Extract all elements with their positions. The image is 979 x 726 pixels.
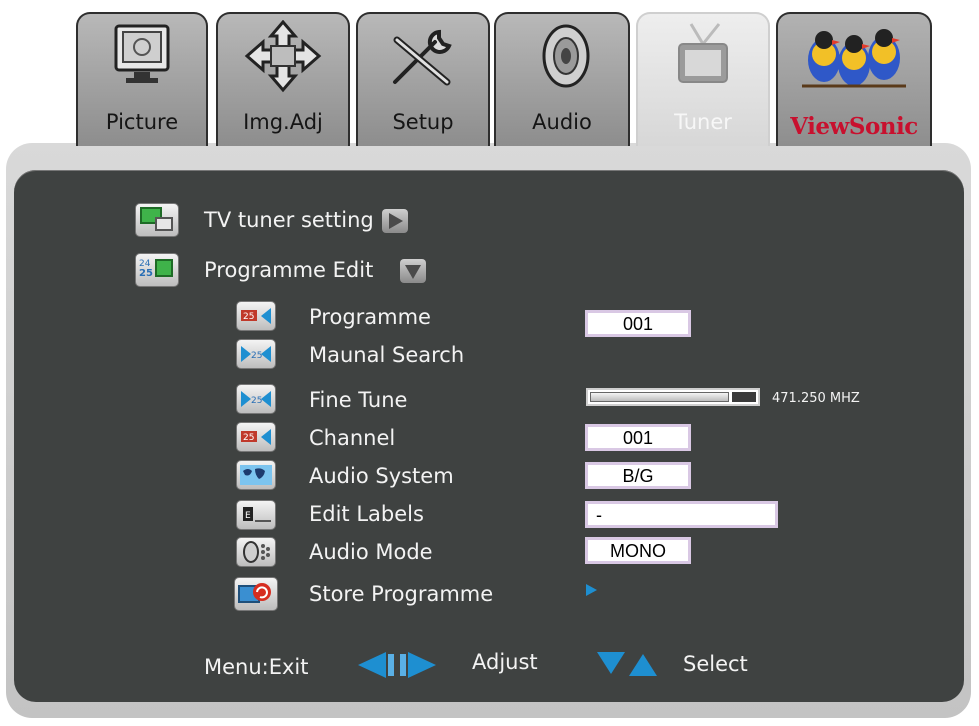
fine-tune-slider-track-end (732, 392, 756, 402)
tv-tuner-setting-label[interactable]: TV tuner setting (204, 208, 374, 232)
edit-labels-icon: E (236, 500, 276, 530)
select-hint: Select (683, 652, 748, 676)
fine-tune-frequency: 471.250 MHZ (772, 391, 860, 406)
tab-audio[interactable]: Audio (494, 12, 630, 146)
left-right-arrows-icon (356, 650, 438, 680)
programme-value[interactable]: 001 (585, 310, 691, 337)
globe-map-icon (236, 460, 276, 490)
tv-antenna-icon (678, 23, 728, 83)
audio-mode-value[interactable]: MONO (585, 537, 691, 564)
channel-icon: 25 (236, 422, 276, 452)
tv-tuner-setting-icon (135, 203, 179, 237)
speaker-icon (542, 24, 590, 88)
tab-tuner[interactable]: Tuner (636, 12, 770, 146)
edit-labels-input[interactable]: - (585, 501, 778, 528)
tv-tuner-setting-expand-button[interactable] (382, 209, 408, 233)
tab-label: Audio (532, 110, 592, 134)
move-arrows-icon (244, 20, 322, 93)
audio-system-value[interactable]: B/G (585, 462, 691, 489)
audio-mode-speaker-icon (236, 537, 276, 567)
play-arrow-icon (586, 584, 597, 596)
svg-text:E: E (245, 511, 251, 521)
item-label[interactable]: Maunal Search (309, 343, 464, 367)
brand-logo-text: ViewSonic (790, 113, 918, 140)
chevron-down-icon (405, 265, 421, 279)
item-label[interactable]: Audio Mode (309, 540, 433, 564)
tab-brand: ViewSonic (776, 12, 932, 146)
tuner-menu-panel (14, 170, 964, 702)
programme-edit-label[interactable]: Programme Edit (204, 258, 373, 282)
channel-value[interactable]: 001 (585, 424, 691, 451)
menu-exit-hint: Menu:Exit (204, 655, 309, 679)
svg-text:25: 25 (243, 433, 254, 443)
adjust-hint: Adjust (472, 650, 538, 674)
item-label[interactable]: Programme (309, 305, 431, 329)
tab-picture[interactable]: Picture (76, 12, 208, 146)
tab-img-adj[interactable]: Img.Adj (216, 12, 350, 146)
fine-tune-slider-fill (590, 392, 730, 402)
manual-search-icon: 25 (236, 339, 276, 369)
svg-text:25: 25 (251, 351, 262, 361)
fine-tune-slider[interactable] (586, 388, 760, 406)
programme-icon: 25 (236, 301, 276, 331)
item-label[interactable]: Channel (309, 426, 395, 450)
svg-text:25: 25 (251, 396, 262, 406)
monitor-icon (114, 24, 170, 83)
tools-icon (393, 29, 452, 86)
item-label[interactable]: Fine Tune (309, 388, 407, 412)
item-label[interactable]: Audio System (309, 464, 454, 488)
chevron-right-icon (389, 213, 403, 229)
store-programme-go-button[interactable] (584, 582, 598, 596)
tab-label: Picture (105, 110, 179, 134)
item-label[interactable]: Edit Labels (309, 502, 424, 526)
tab-label: Img.Adj (243, 110, 323, 134)
down-up-arrows-icon (595, 648, 659, 680)
tab-label: Tuner (674, 110, 732, 134)
svg-text:25: 25 (243, 312, 254, 322)
svg-text:25: 25 (139, 268, 153, 279)
item-label[interactable]: Store Programme (309, 582, 493, 606)
fine-tune-icon: 25 (236, 384, 276, 414)
store-programme-icon (234, 577, 278, 611)
programme-edit-icon: 24 25 (135, 253, 179, 287)
tab-label: Setup (392, 110, 454, 134)
viewsonic-birds-logo (802, 29, 906, 88)
programme-edit-collapse-button[interactable] (400, 259, 426, 283)
tab-setup[interactable]: Setup (356, 12, 490, 146)
